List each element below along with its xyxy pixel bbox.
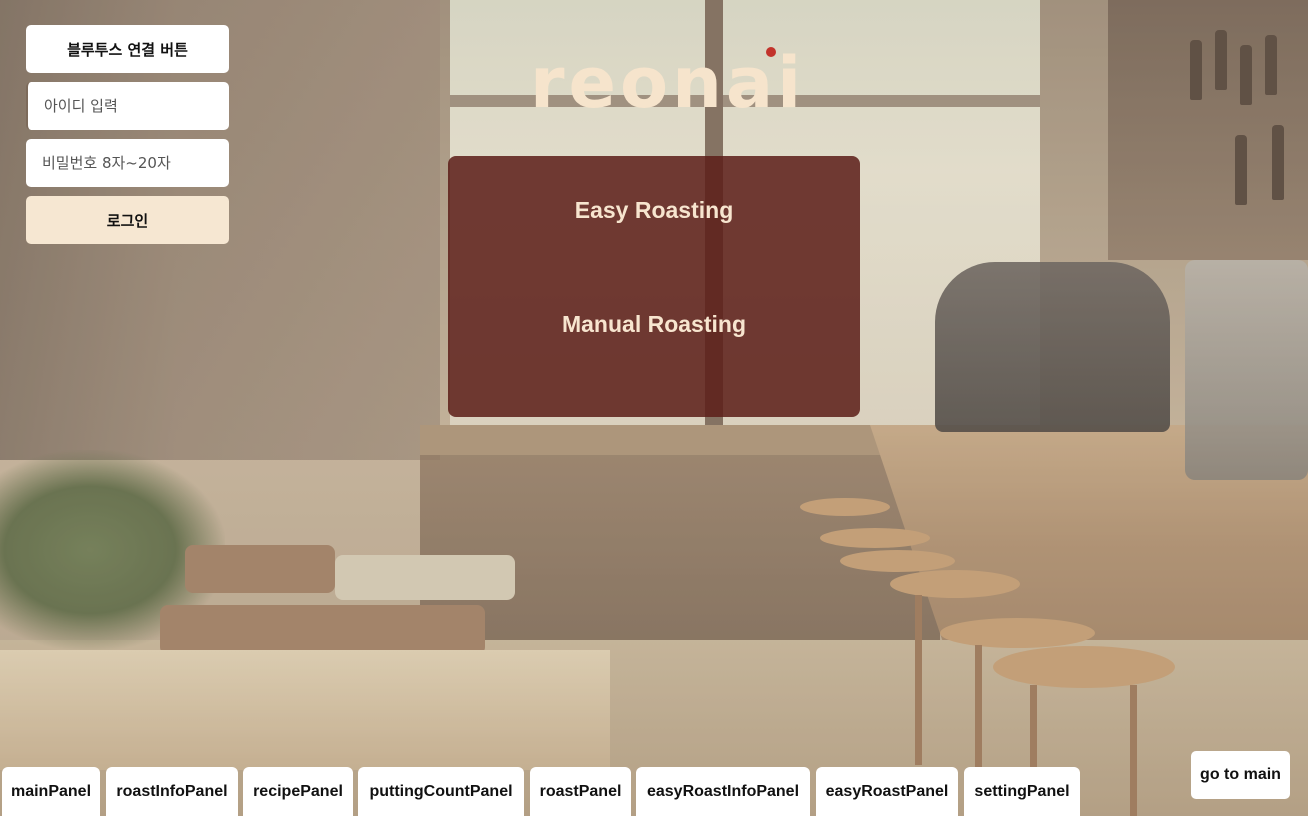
tab-easy-roast-info-panel[interactable]: easyRoastInfoPanel xyxy=(636,767,810,816)
tab-roast-panel[interactable]: roastPanel xyxy=(530,767,631,816)
tab-easy-roast-panel[interactable]: easyRoastPanel xyxy=(816,767,958,816)
user-id-input[interactable] xyxy=(26,82,229,130)
manual-roasting-button[interactable]: Manual Roasting xyxy=(448,311,860,338)
logo-accent-dot xyxy=(766,47,776,57)
easy-roasting-button[interactable]: Easy Roasting xyxy=(448,197,860,224)
roasting-mode-menu: Easy Roasting Manual Roasting xyxy=(448,156,860,417)
login-button[interactable]: 로그인 xyxy=(26,196,229,244)
reonai-logo: reonai xyxy=(530,42,806,124)
tab-recipe-panel[interactable]: recipePanel xyxy=(243,767,353,816)
tab-putting-count-panel[interactable]: puttingCountPanel xyxy=(358,767,524,816)
tab-setting-panel[interactable]: settingPanel xyxy=(964,767,1080,816)
password-input[interactable] xyxy=(26,139,229,187)
bluetooth-connect-button[interactable]: 블루투스 연결 버튼 xyxy=(26,25,229,73)
tab-roast-info-panel[interactable]: roastInfoPanel xyxy=(106,767,238,816)
go-to-main-button[interactable]: go to main xyxy=(1191,751,1290,799)
tab-main-panel[interactable]: mainPanel xyxy=(2,767,100,816)
